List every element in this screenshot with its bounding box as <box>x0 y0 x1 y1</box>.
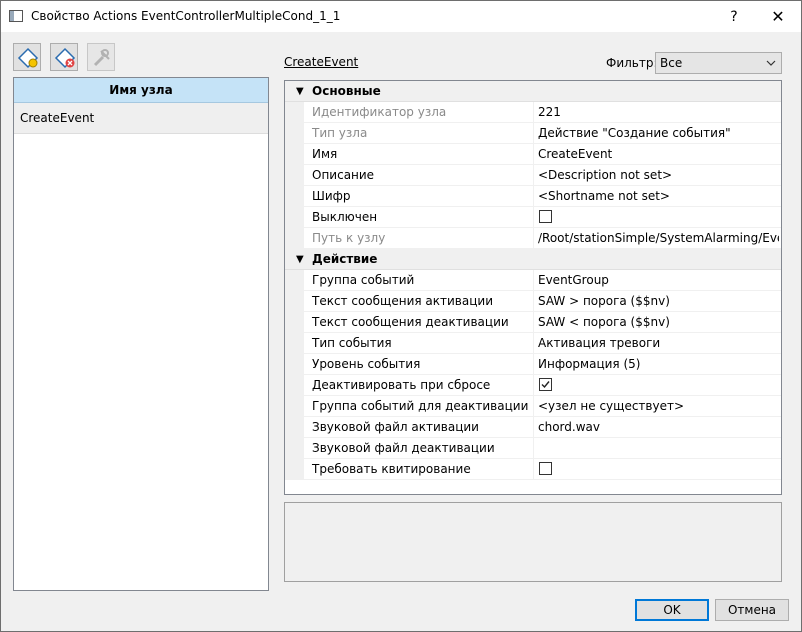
property-value: 221 <box>538 105 561 119</box>
property-name: Тип события <box>312 336 392 350</box>
property-name: Выключен <box>312 210 378 224</box>
description-panel <box>284 502 782 582</box>
checkmark-icon <box>541 381 550 389</box>
section-basic[interactable]: ▼ Основные <box>285 81 781 102</box>
property-name: Текст сообщения деактивации <box>312 315 509 329</box>
property-value[interactable]: EventGroup <box>538 273 779 287</box>
filter-label: Фильтр: <box>606 56 658 70</box>
property-name: Текст сообщения активации <box>312 294 493 308</box>
property-row[interactable]: Тип узла Действие "Создание события" <box>285 123 781 144</box>
node-list-item[interactable]: CreateEvent <box>14 103 268 134</box>
property-name: Описание <box>312 168 375 182</box>
property-row[interactable]: Текст сообщения деактивации SAW < порога … <box>285 312 781 333</box>
ok-button[interactable]: OK <box>635 599 709 621</box>
property-row[interactable]: Группа событий EventGroup <box>285 270 781 291</box>
property-row[interactable]: Идентификатор узла 221 <box>285 102 781 123</box>
property-row[interactable]: Имя CreateEvent <box>285 144 781 165</box>
property-name: Идентификатор узла <box>312 105 447 119</box>
property-row[interactable]: Тип события Активация тревоги <box>285 333 781 354</box>
property-row[interactable]: Описание <Description not set> <box>285 165 781 186</box>
property-name: Звуковой файл активации <box>312 420 479 434</box>
collapse-icon[interactable]: ▼ <box>296 86 304 97</box>
app-icon <box>9 10 23 22</box>
property-row[interactable]: Выключен <box>285 207 781 228</box>
property-value: /Root/stationSimple/SystemAlarming/Event… <box>538 231 779 245</box>
property-value[interactable]: CreateEvent <box>538 147 779 161</box>
property-name: Требовать квитирование <box>312 462 471 476</box>
node-list-header[interactable]: Имя узла <box>14 78 268 103</box>
property-name: Шифр <box>312 189 351 203</box>
disabled-checkbox[interactable] <box>539 210 552 223</box>
property-value[interactable]: SAW < порога ($$nv) <box>538 315 779 329</box>
property-value[interactable]: <Shortname not set> <box>538 189 779 203</box>
filter-value: Все <box>660 56 683 70</box>
tools-button[interactable] <box>87 43 115 71</box>
node-list[interactable]: Имя узла CreateEvent <box>13 77 269 591</box>
property-row[interactable]: Звуковой файл деактивации <box>285 438 781 459</box>
section-title: Основные <box>312 84 381 98</box>
property-value[interactable]: Активация тревоги <box>538 336 779 350</box>
title-bar: Свойство Actions EventControllerMultiple… <box>1 1 801 32</box>
property-dialog: Свойство Actions EventControllerMultiple… <box>0 0 802 632</box>
property-value[interactable]: chord.wav <box>538 420 779 434</box>
property-row[interactable]: Текст сообщения активации SAW > порога ($… <box>285 291 781 312</box>
close-button[interactable]: ✕ <box>755 1 801 32</box>
add-node-button[interactable] <box>13 43 41 71</box>
deactivate-on-reset-checkbox[interactable] <box>539 378 552 391</box>
property-name: Путь к узлу <box>312 231 386 245</box>
property-row[interactable]: Группа событий для деактивации <узел не с… <box>285 396 781 417</box>
property-row[interactable]: Требовать квитирование <box>285 459 781 480</box>
property-value[interactable]: SAW > порога ($$nv) <box>538 294 779 308</box>
property-name: Группа событий <box>312 273 415 287</box>
property-row[interactable]: Деактивировать при сбросе <box>285 375 781 396</box>
property-value[interactable]: Информация (5) <box>538 357 779 371</box>
property-row[interactable]: Путь к узлу/Root/stationSimple/SystemAla… <box>285 228 781 249</box>
property-name: Деактивировать при сбросе <box>312 378 491 392</box>
property-value[interactable]: <Description not set> <box>538 168 779 182</box>
property-value[interactable]: <узел не существует> <box>538 399 779 413</box>
selected-node-link[interactable]: CreateEvent <box>284 55 358 69</box>
cancel-button[interactable]: Отмена <box>715 599 789 621</box>
delete-node-button[interactable] <box>50 43 78 71</box>
property-row[interactable]: Шифр <Shortname not set> <box>285 186 781 207</box>
window-title: Свойство Actions EventControllerMultiple… <box>31 9 341 23</box>
property-name: Группа событий для деактивации <box>312 399 529 413</box>
property-row[interactable]: Звуковой файл активации chord.wav <box>285 417 781 438</box>
property-name: Уровень события <box>312 357 421 371</box>
section-title: Действие <box>312 252 378 266</box>
collapse-icon[interactable]: ▼ <box>296 254 304 265</box>
property-grid: ▼ Основные Идентификатор узла 221 Тип узл… <box>284 80 782 495</box>
require-ack-checkbox[interactable] <box>539 462 552 475</box>
property-name: Тип узла <box>312 126 368 140</box>
property-value: Действие "Создание события" <box>538 126 731 140</box>
property-name: Имя <box>312 147 338 161</box>
help-button[interactable]: ? <box>711 1 757 32</box>
section-action[interactable]: ▼ Действие <box>285 249 781 270</box>
chevron-down-icon <box>766 60 776 66</box>
property-row[interactable]: Уровень события Информация (5) <box>285 354 781 375</box>
property-name: Звуковой файл деактивации <box>312 441 495 455</box>
filter-dropdown[interactable]: Все <box>655 52 782 74</box>
